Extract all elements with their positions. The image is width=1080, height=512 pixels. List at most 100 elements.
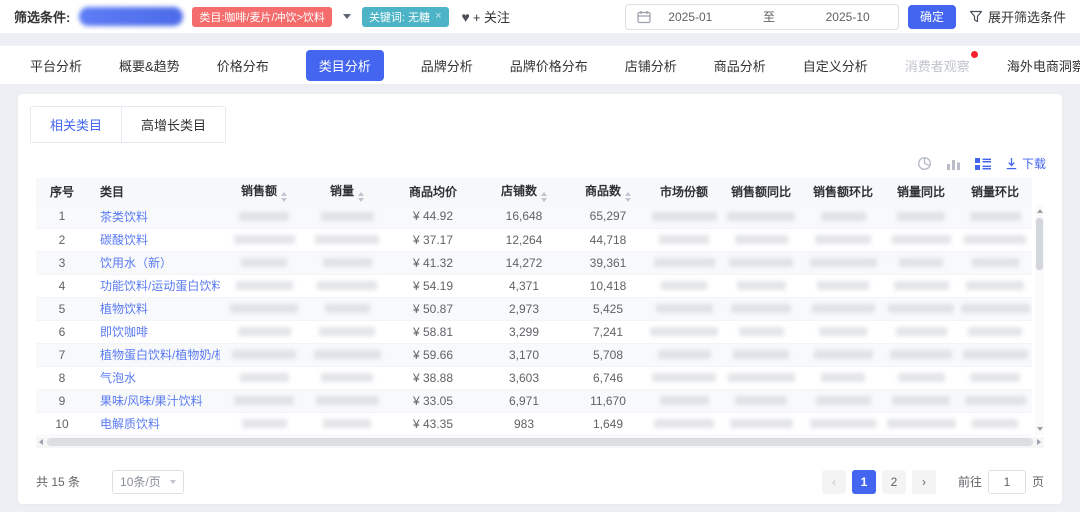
sales-yoy bbox=[720, 297, 802, 320]
date-start-value[interactable]: 2025-01 bbox=[651, 10, 730, 24]
category-link[interactable]: 植物饮料 bbox=[100, 302, 148, 316]
nav-tab-6[interactable]: 店铺分析 bbox=[625, 56, 677, 75]
redacted-value bbox=[898, 373, 945, 382]
scroll-up-arrow-icon[interactable] bbox=[1037, 209, 1043, 213]
card-tab-0[interactable]: 相关类目 bbox=[30, 106, 122, 143]
date-range-picker[interactable]: 2025-01 至 2025-10 bbox=[625, 4, 899, 30]
redacted-value bbox=[325, 304, 370, 313]
bar-chart-view-button[interactable] bbox=[946, 156, 961, 171]
date-end-value[interactable]: 2025-10 bbox=[808, 10, 887, 24]
nav-tab-8[interactable]: 自定义分析 bbox=[803, 56, 868, 75]
redacted-value bbox=[972, 419, 1018, 428]
redacted-value bbox=[240, 373, 289, 382]
sales-amount bbox=[220, 251, 308, 274]
redacted-value bbox=[315, 235, 379, 244]
column-header-6[interactable]: 商品数 bbox=[568, 178, 648, 205]
category-link[interactable]: 茶类饮料 bbox=[100, 210, 148, 224]
sort-icon[interactable] bbox=[625, 192, 631, 202]
chevron-down-icon[interactable] bbox=[343, 14, 351, 19]
row-index: 5 bbox=[36, 297, 88, 320]
nav-tab-4[interactable]: 品牌分析 bbox=[421, 56, 473, 75]
sales-qty bbox=[308, 251, 386, 274]
redacted-value bbox=[323, 419, 371, 428]
table-row: 9果味/风味/果汁饮料¥ 33.056,97111,670 bbox=[36, 389, 1032, 412]
category-link[interactable]: 饮用水（新） bbox=[100, 256, 172, 270]
redacted-value bbox=[654, 419, 714, 428]
download-button[interactable]: 下载 bbox=[1005, 155, 1046, 172]
vertical-scrollbar-thumb[interactable] bbox=[1036, 218, 1043, 270]
horizontal-scrollbar[interactable] bbox=[36, 437, 1044, 448]
nav-tab-0[interactable]: 平台分析 bbox=[30, 56, 82, 75]
market-share bbox=[648, 366, 720, 389]
column-header-11: 销量环比 bbox=[958, 178, 1032, 205]
vertical-scrollbar[interactable] bbox=[1035, 205, 1044, 435]
expand-filters-button[interactable]: 展开筛选条件 bbox=[969, 7, 1066, 26]
follow-button[interactable]: ♥ + 关注 bbox=[462, 7, 511, 26]
sort-down-caret bbox=[358, 198, 364, 202]
category: 植物蛋白饮料/植物奶/植物酸奶 bbox=[88, 343, 220, 366]
nav-tab-3[interactable]: 类目分析 bbox=[306, 50, 384, 81]
scroll-right-arrow-icon[interactable] bbox=[1037, 439, 1041, 445]
sort-icon[interactable] bbox=[358, 192, 364, 202]
page-button-2[interactable]: 2 bbox=[882, 470, 906, 494]
nav-tab-label: 平台分析 bbox=[30, 59, 82, 74]
nav-tab-7[interactable]: 商品分析 bbox=[714, 56, 766, 75]
sort-icon[interactable] bbox=[281, 192, 287, 202]
category-filter-tag[interactable]: 类目:咖啡/麦片/冲饮>饮料 bbox=[192, 7, 332, 27]
product-count: 65,297 bbox=[568, 205, 648, 228]
sort-down-caret bbox=[281, 198, 287, 202]
qty-mom bbox=[958, 412, 1032, 435]
column-header-3[interactable]: 销量 bbox=[308, 178, 386, 205]
column-header-5[interactable]: 店铺数 bbox=[480, 178, 568, 205]
column-header-1: 类目 bbox=[88, 178, 220, 205]
sort-icon[interactable] bbox=[541, 192, 547, 202]
total-count-label: 共 15 条 bbox=[36, 473, 80, 490]
avg-price: ¥ 54.19 bbox=[386, 274, 480, 297]
table-row: 2碳酸饮料¥ 37.1712,26444,718 bbox=[36, 228, 1032, 251]
keyword-filter-tag[interactable]: 关键词: 无糖 × bbox=[362, 7, 449, 27]
avg-price: ¥ 33.05 bbox=[386, 389, 480, 412]
scroll-down-arrow-icon[interactable] bbox=[1037, 427, 1043, 431]
category-link[interactable]: 即饮咖啡 bbox=[100, 325, 148, 339]
sales-mom bbox=[802, 297, 884, 320]
redacted-value bbox=[968, 327, 1022, 336]
next-page-button[interactable]: › bbox=[912, 470, 936, 494]
nav-tab-10[interactable]: 海外电商洞察 bbox=[1007, 56, 1080, 75]
pie-chart-view-button[interactable] bbox=[917, 156, 932, 171]
category-link[interactable]: 电解质饮料 bbox=[100, 417, 160, 431]
nav-tab-1[interactable]: 概要&趋势 bbox=[119, 56, 180, 75]
market-share bbox=[648, 343, 720, 366]
goto-page-input[interactable] bbox=[988, 470, 1026, 494]
category-link[interactable]: 植物蛋白饮料/植物奶/植物酸奶 bbox=[100, 348, 220, 362]
category-link[interactable]: 功能饮料/运动蛋白饮料 bbox=[100, 279, 220, 293]
prev-page-button[interactable]: ‹ bbox=[822, 470, 846, 494]
shop-count: 983 bbox=[480, 412, 568, 435]
scroll-left-arrow-icon[interactable] bbox=[39, 439, 43, 445]
category-link[interactable]: 果味/风味/果汁饮料 bbox=[100, 394, 203, 408]
category-link[interactable]: 碳酸饮料 bbox=[100, 233, 148, 247]
market-share bbox=[648, 274, 720, 297]
qty-mom bbox=[958, 343, 1032, 366]
nav-tab-9[interactable]: 消费者观察 bbox=[905, 56, 970, 75]
nav-tab-5[interactable]: 品牌价格分布 bbox=[510, 56, 588, 75]
card-tab-1[interactable]: 高增长类目 bbox=[122, 106, 226, 143]
redacted-value bbox=[234, 235, 295, 244]
list-view-button[interactable] bbox=[975, 157, 991, 171]
column-header-2[interactable]: 销售额 bbox=[220, 178, 308, 205]
list-view-icon bbox=[975, 157, 991, 171]
category: 植物饮料 bbox=[88, 297, 220, 320]
page-button-1[interactable]: 1 bbox=[852, 470, 876, 494]
redacted-value bbox=[731, 304, 791, 313]
row-index: 2 bbox=[36, 228, 88, 251]
nav-tab-2[interactable]: 价格分布 bbox=[217, 56, 269, 75]
page-size-select[interactable]: 10条/页 bbox=[112, 470, 184, 494]
sort-down-caret bbox=[541, 198, 547, 202]
horizontal-scrollbar-thumb[interactable] bbox=[47, 438, 1033, 446]
category-link[interactable]: 气泡水 bbox=[100, 371, 136, 385]
notification-dot bbox=[971, 51, 978, 58]
category: 功能饮料/运动蛋白饮料 bbox=[88, 274, 220, 297]
confirm-button[interactable]: 确定 bbox=[908, 5, 956, 29]
pagination-bar: 共 15 条 10条/页 ‹ 12 › 前往 页 bbox=[36, 470, 1044, 494]
close-icon[interactable]: × bbox=[435, 11, 441, 22]
sales-yoy bbox=[720, 343, 802, 366]
